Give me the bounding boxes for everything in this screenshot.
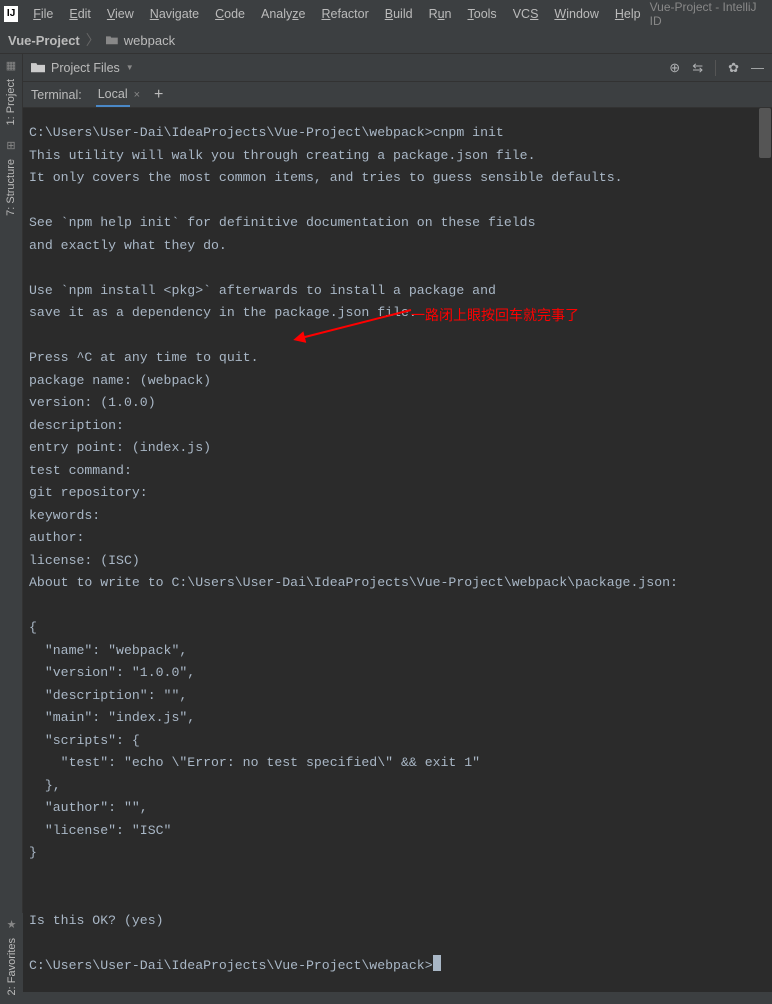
project-icon: ▦ [6, 59, 16, 72]
menu-run[interactable]: Run [422, 5, 459, 23]
term-line: "scripts": { [29, 733, 140, 748]
term-line: See `npm help init` for definitive docum… [29, 215, 535, 230]
menu-code[interactable]: Code [208, 5, 252, 23]
term-line: C:\Users\User-Dai\IdeaProjects\Vue-Proje… [29, 958, 433, 973]
breadcrumb: Vue-Project 〉 webpack [0, 27, 772, 54]
chevron-down-icon: ▼ [126, 63, 134, 72]
project-toolbar: Project Files ▼ ⊕ ⇆ ✿ — [23, 54, 772, 82]
menu-bar: IJ File Edit View Navigate Code Analyze … [0, 0, 772, 27]
folder-icon [106, 34, 118, 46]
term-line: { [29, 620, 37, 635]
term-line: license: (ISC) [29, 553, 140, 568]
term-line: } [29, 845, 37, 860]
collapse-icon[interactable]: ⇆ [692, 60, 703, 76]
intellij-logo-icon: IJ [4, 6, 18, 22]
cursor [433, 955, 441, 971]
menu-tools[interactable]: Tools [461, 5, 504, 23]
term-line: version: (1.0.0) [29, 395, 156, 410]
rail-tab-project[interactable]: ▦ 1: Project [0, 54, 22, 134]
term-line: "test": "echo \"Error: no test specified… [29, 755, 480, 770]
rail-tab-structure[interactable]: ⊞ 7: Structure [0, 134, 22, 225]
terminal-label: Terminal: [31, 88, 82, 102]
divider [715, 60, 716, 76]
term-line: "author": "", [29, 800, 148, 815]
target-icon[interactable]: ⊕ [669, 60, 680, 76]
breadcrumb-item[interactable]: webpack [124, 33, 175, 48]
bottom-rail: ★ 2: Favorites [0, 913, 23, 993]
menu-view[interactable]: View [100, 5, 141, 23]
term-line: save it as a dependency in the package.j… [29, 305, 417, 320]
term-line: test command: [29, 463, 132, 478]
term-line: }, [29, 778, 61, 793]
add-tab-icon[interactable]: + [154, 86, 163, 104]
term-line: git repository: [29, 485, 148, 500]
term-line: It only covers the most common items, an… [29, 170, 623, 185]
star-icon: ★ [7, 918, 17, 931]
menu-vcs[interactable]: VCS [506, 5, 546, 23]
term-line: Use `npm install <pkg>` afterwards to in… [29, 283, 496, 298]
terminal-tabs: Terminal: Local × + [23, 82, 772, 108]
term-line: author: [29, 530, 84, 545]
project-files-dropdown[interactable]: Project Files ▼ [31, 61, 134, 75]
menu-build[interactable]: Build [378, 5, 420, 23]
term-line: "description": "", [29, 688, 187, 703]
term-line: entry point: (index.js) [29, 440, 211, 455]
term-line: Press ^C at any time to quit. [29, 350, 259, 365]
annotation-text: 一路闭上眼按回车就完事了 [411, 304, 579, 327]
rail-label: 7: Structure [5, 159, 17, 216]
term-line: description: [29, 418, 124, 433]
close-tab-icon[interactable]: × [134, 89, 140, 101]
menu-help[interactable]: Help [608, 5, 648, 23]
term-line: "main": "index.js", [29, 710, 195, 725]
left-tool-rail: ▦ 1: Project ⊞ 7: Structure [0, 54, 23, 992]
term-line: keywords: [29, 508, 100, 523]
menu-refactor[interactable]: Refactor [315, 5, 376, 23]
gear-icon[interactable]: ✿ [728, 60, 739, 76]
project-files-label: Project Files [51, 61, 120, 75]
rail-label: 1: Project [5, 79, 17, 125]
term-line: This utility will walk you through creat… [29, 148, 535, 163]
menu-navigate[interactable]: Navigate [143, 5, 206, 23]
scrollbar-thumb[interactable] [759, 108, 771, 158]
chevron-right-icon: 〉 [86, 30, 100, 50]
term-line: "license": "ISC" [29, 823, 171, 838]
term-line: "version": "1.0.0", [29, 665, 195, 680]
menu-analyze[interactable]: Analyze [254, 5, 312, 23]
tab-local[interactable]: Local [96, 83, 130, 107]
window-title: Vue-Project - IntelliJ ID [650, 0, 768, 28]
minimize-icon[interactable]: — [751, 60, 764, 75]
term-line: and exactly what they do. [29, 238, 227, 253]
term-line: Is this OK? (yes) [29, 913, 164, 928]
term-line: About to write to C:\Users\User-Dai\Idea… [29, 575, 678, 590]
rail-tab-favorites[interactable]: ★ 2: Favorites [0, 913, 23, 1004]
breadcrumb-root[interactable]: Vue-Project [8, 33, 80, 48]
folder-icon [31, 62, 45, 74]
terminal-output[interactable]: C:\Users\User-Dai\IdeaProjects\Vue-Proje… [23, 108, 772, 992]
rail-label: 2: Favorites [6, 938, 18, 995]
term-line: "name": "webpack", [29, 643, 187, 658]
structure-icon: ⊞ [6, 139, 15, 152]
term-line: C:\Users\User-Dai\IdeaProjects\Vue-Proje… [29, 125, 504, 140]
menu-edit[interactable]: Edit [62, 5, 98, 23]
menu-file[interactable]: File [26, 5, 60, 23]
term-line: package name: (webpack) [29, 373, 211, 388]
menu-window[interactable]: Window [547, 5, 605, 23]
